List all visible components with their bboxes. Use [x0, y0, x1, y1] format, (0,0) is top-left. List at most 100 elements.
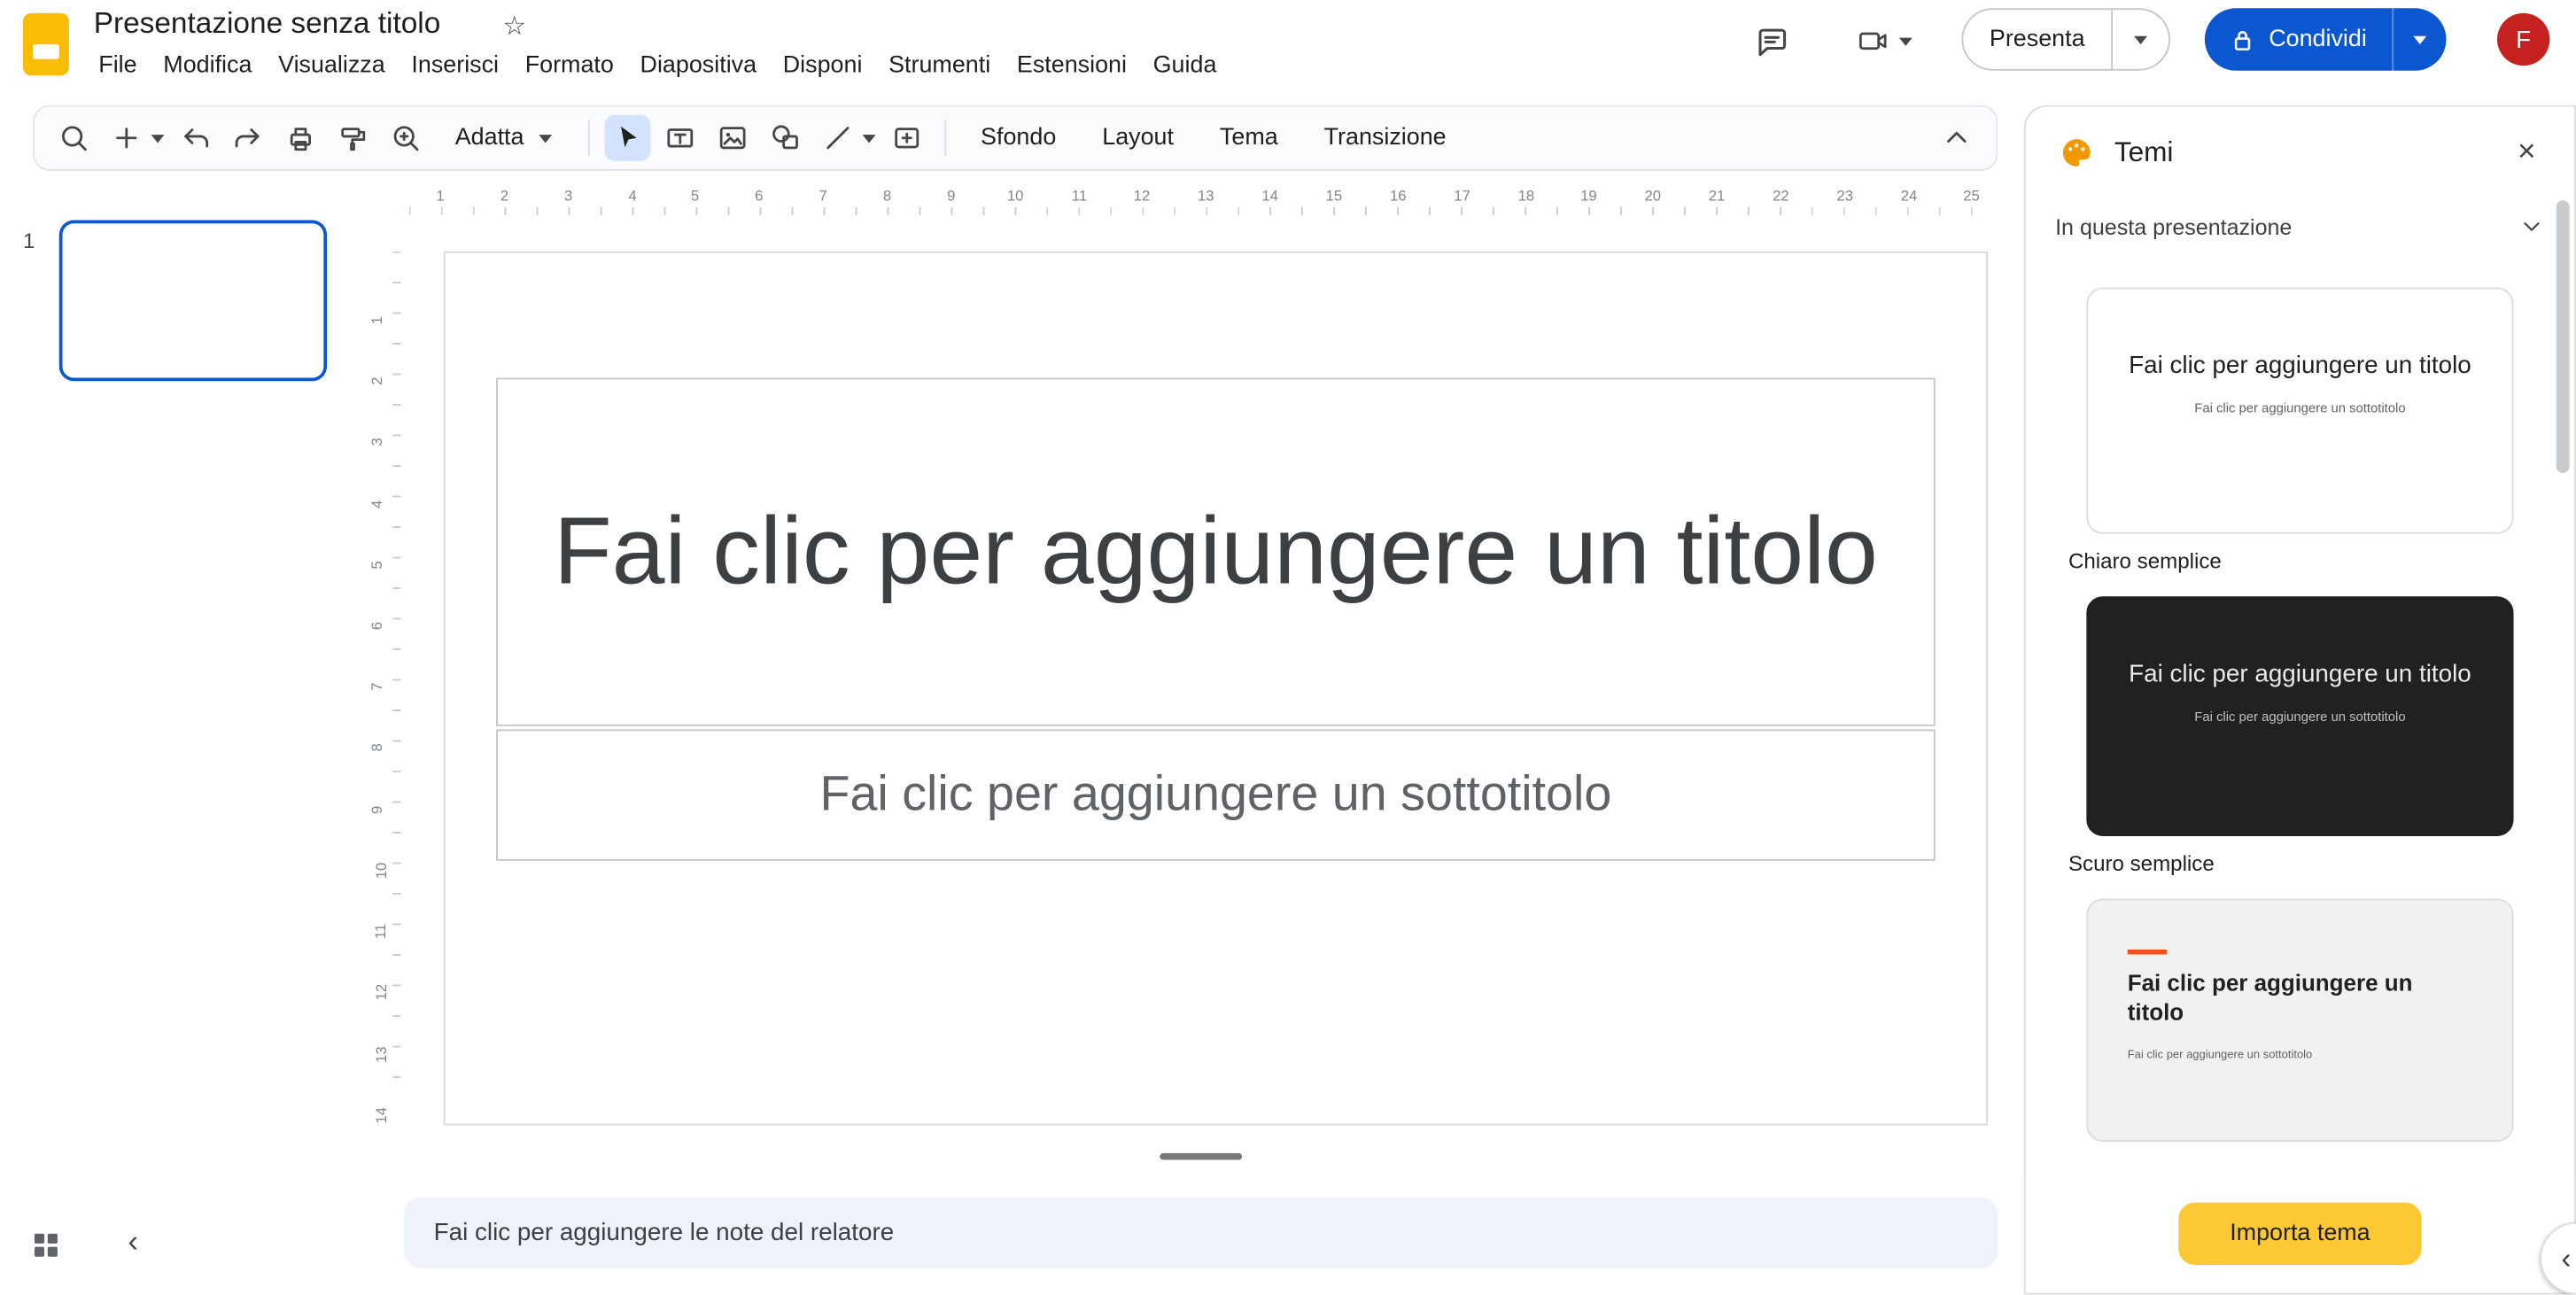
ruler-tick-label: 25	[1963, 187, 1980, 204]
videocam-icon	[1858, 32, 1886, 50]
chevron-up-icon	[1947, 131, 1967, 143]
insert-line-options-button[interactable]	[861, 133, 878, 143]
theme-card-dark[interactable]: Fai clic per aggiungere un titolo Fai cl…	[2086, 596, 2514, 836]
theme-card-title: Fai clic per aggiungere un titolo	[2127, 969, 2413, 1026]
insert-shape-button[interactable]	[762, 115, 808, 161]
ruler-tick-label: 8	[369, 743, 385, 752]
menu-item-diapositiva[interactable]: Diapositiva	[627, 48, 770, 84]
background-button[interactable]: Sfondo	[963, 113, 1075, 163]
fit-zoom-dropdown[interactable]: Adatta	[437, 113, 571, 163]
menu-item-guida[interactable]: Guida	[1140, 48, 1230, 84]
redo-button[interactable]	[225, 115, 271, 161]
theme-card-subtitle: Fai clic per aggiungere un sottotitolo	[2127, 1050, 2313, 1062]
menu-item-inserisci[interactable]: Inserisci	[399, 48, 512, 84]
ruler-tick-label: 14	[373, 1106, 390, 1124]
divider	[587, 120, 590, 157]
slide-number: 1	[22, 228, 35, 253]
grid-view-icon	[34, 1233, 58, 1257]
menu-item-strumenti[interactable]: Strumenti	[875, 48, 1004, 84]
ruler-tick-label: 15	[1325, 187, 1343, 204]
ruler-tick-label: 11	[372, 923, 389, 940]
collapse-toolbar-button[interactable]	[1934, 115, 1980, 161]
horizontal-ruler: 1 2 3 4 5 6 7 8 9 10 11 12 13 14 15 16 1…	[402, 186, 1998, 217]
theme-card-light[interactable]: Fai clic per aggiungere un titolo Fai cl…	[2086, 287, 2514, 534]
present-options-button[interactable]	[2113, 10, 2169, 69]
placeholder-icon	[895, 128, 919, 149]
caret-down-icon	[539, 135, 553, 143]
transition-button[interactable]: Transizione	[1306, 113, 1464, 163]
share-button[interactable]: Condividi	[2205, 8, 2392, 70]
select-tool-button[interactable]	[604, 114, 651, 161]
close-icon[interactable]: ×	[2502, 128, 2552, 178]
ruler-tick-label: 19	[1580, 187, 1597, 204]
menu-item-modifica[interactable]: Modifica	[150, 48, 265, 84]
insert-image-button[interactable]	[710, 115, 756, 161]
speaker-notes-input[interactable]: Fai clic per aggiungere le note del rela…	[404, 1198, 1998, 1268]
plus-icon	[116, 128, 137, 149]
section-label: In questa presentazione	[2055, 214, 2293, 239]
document-title[interactable]: Presentazione senza titolo	[94, 6, 441, 41]
ruler-tick-label: 8	[882, 187, 892, 204]
collapse-filmstrip-button[interactable]: ‹	[115, 1226, 151, 1262]
insert-line-button[interactable]	[815, 115, 861, 161]
menu-item-visualizza[interactable]: Visualizza	[265, 48, 398, 84]
menu-item-formato[interactable]: Formato	[512, 48, 627, 84]
theme-card-accent[interactable]: Fai clic per aggiungere un titolo Fai cl…	[2086, 898, 2514, 1142]
layout-button[interactable]: Layout	[1084, 113, 1192, 163]
ruler-tick-label: 9	[369, 805, 385, 814]
grid-view-button[interactable]	[29, 1229, 62, 1261]
slide-thumbnail[interactable]	[58, 220, 328, 382]
title-placeholder[interactable]: Fai clic per aggiungere un titolo	[496, 377, 1936, 726]
undo-button[interactable]	[173, 115, 219, 161]
ruler-tick-label: 20	[1644, 187, 1662, 204]
redo-icon	[235, 128, 260, 148]
line-icon	[826, 127, 850, 150]
ruler-tick-label: 16	[1389, 187, 1407, 204]
print-button[interactable]	[277, 115, 323, 161]
subtitle-placeholder[interactable]: Fai clic per aggiungere un sottotitolo	[496, 729, 1936, 861]
comment-history-button[interactable]	[1743, 13, 1799, 69]
ruler-tick-label: 6	[369, 621, 385, 631]
account-avatar[interactable]: F	[2496, 12, 2550, 66]
present-button[interactable]: Presenta	[1963, 10, 2111, 69]
notes-resize-handle[interactable]	[1160, 1152, 1243, 1160]
in-this-presentation-toggle[interactable]: In questa presentazione	[2026, 198, 2574, 254]
ruler-tick-label: 2	[369, 376, 385, 385]
import-theme-button[interactable]: Importa tema	[2178, 1201, 2422, 1265]
menu-item-estensioni[interactable]: Estensioni	[1004, 48, 1140, 84]
paint-format-button[interactable]	[330, 115, 376, 161]
theme-button[interactable]: Tema	[1202, 113, 1297, 163]
ruler-tick-label: 23	[1836, 187, 1854, 204]
new-slide-options-button[interactable]	[150, 133, 167, 143]
slides-logo-icon[interactable]	[22, 12, 69, 76]
ruler-tick-label: 9	[947, 187, 956, 204]
text-box-button[interactable]	[657, 115, 703, 161]
theme-card-title: Fai clic per aggiungere un titolo	[2129, 351, 2471, 380]
main-toolbar: Adatta Sfondo Layout Tema Transizione	[33, 105, 1998, 171]
panel-scrollbar[interactable]	[2556, 200, 2570, 474]
star-icon[interactable]: ☆	[503, 10, 527, 43]
ruler-tick-label: 14	[1261, 187, 1278, 204]
shapes-icon	[772, 125, 798, 150]
caret-down-icon	[151, 135, 165, 143]
ruler-tick-label: 6	[755, 187, 764, 204]
caret-down-icon	[2412, 35, 2426, 45]
ruler-tick-label: 7	[369, 682, 385, 691]
menu-item-file[interactable]: File	[85, 48, 150, 84]
ruler-tick-label: 10	[373, 862, 390, 880]
themes-panel: Temi × In questa presentazione Fai clic …	[2023, 105, 2576, 1295]
new-slide-button[interactable]	[104, 115, 150, 161]
comment-icon	[1758, 28, 1787, 57]
caret-down-icon	[862, 135, 876, 143]
divider	[944, 120, 947, 157]
theme-card-subtitle: Fai clic per aggiungere un sottotitolo	[2194, 399, 2406, 415]
ruler-tick-label: 12	[373, 983, 390, 1001]
ruler-tick-label: 10	[1006, 187, 1024, 204]
share-options-button[interactable]	[2394, 8, 2446, 70]
themes-panel-header: Temi ×	[2026, 107, 2574, 199]
join-call-button[interactable]	[1843, 13, 1926, 69]
zoom-button[interactable]	[383, 115, 429, 161]
insert-placeholder-button[interactable]	[884, 115, 930, 161]
search-menus-button[interactable]	[50, 115, 97, 161]
menu-item-disponi[interactable]: Disponi	[770, 48, 875, 84]
